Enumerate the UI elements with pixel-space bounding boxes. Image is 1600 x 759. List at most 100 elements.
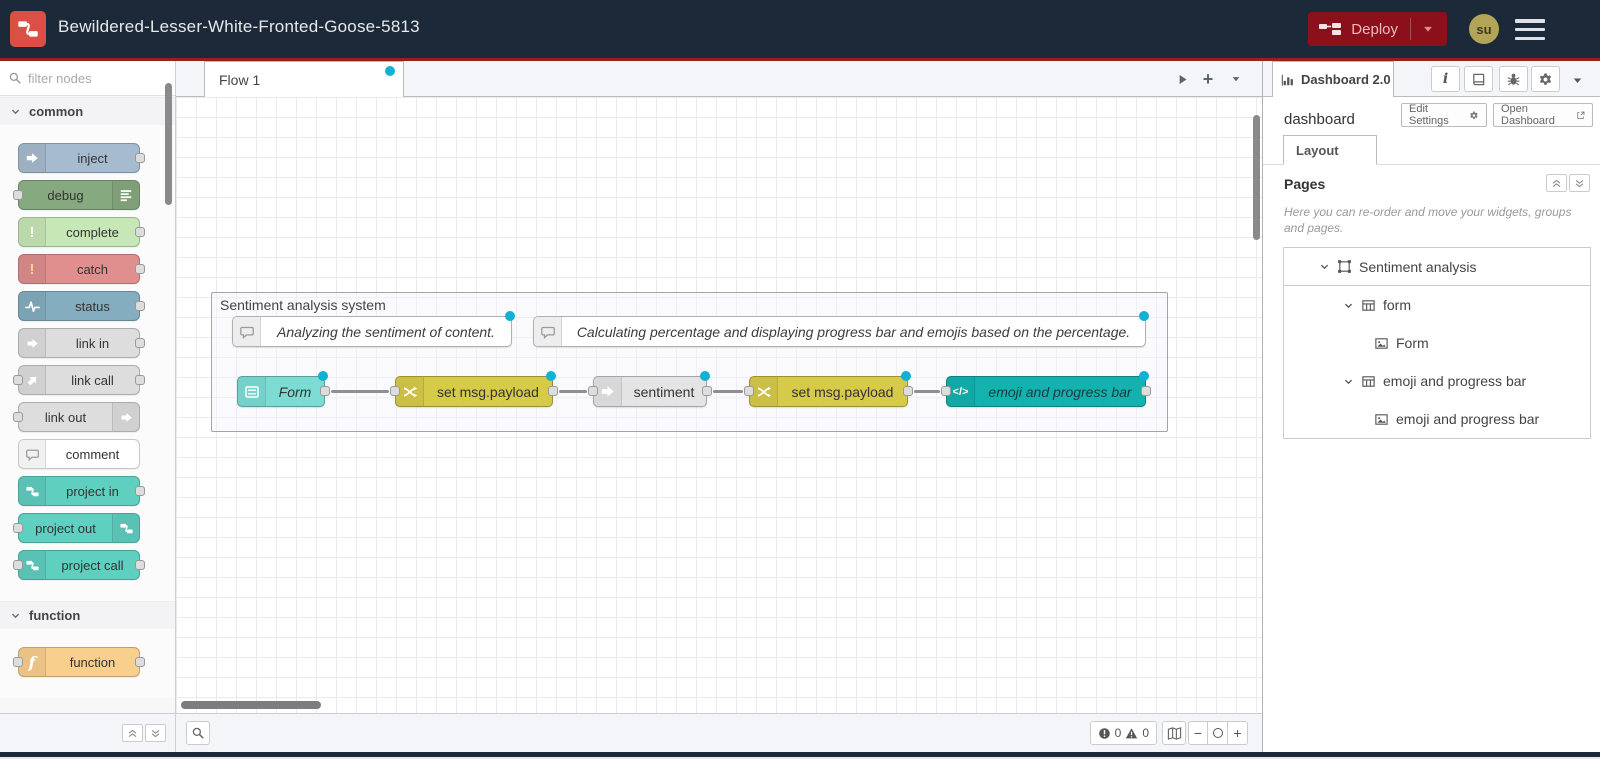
input-port[interactable] (390, 386, 400, 396)
output-port[interactable] (903, 386, 913, 396)
add-flow-button[interactable]: + (1198, 69, 1218, 89)
output-port[interactable] (548, 386, 558, 396)
chevron-down-icon[interactable] (1319, 261, 1330, 272)
status-pulse-icon (19, 292, 46, 320)
tab-layout[interactable]: Layout (1283, 135, 1377, 165)
user-avatar[interactable]: su (1469, 14, 1499, 44)
help-tab-button[interactable] (1464, 66, 1493, 92)
main-menu-button[interactable] (1515, 19, 1545, 40)
canvas-horizontal-scrollbar[interactable] (181, 701, 321, 709)
project-out-icon (112, 514, 139, 542)
node-form[interactable]: Form (237, 371, 330, 407)
output-port[interactable] (702, 386, 712, 396)
open-dashboard-button[interactable]: Open Dashboard (1493, 103, 1593, 127)
output-port[interactable] (320, 386, 330, 396)
palette-node-debug[interactable]: debug (13, 180, 140, 210)
palette-collapse-all-button[interactable] (122, 724, 143, 742)
chevron-down-icon[interactable] (1343, 300, 1354, 311)
palette-expand-all-button[interactable] (145, 724, 166, 742)
flow-group-sentiment-analysis[interactable]: Sentiment analysis system (211, 292, 1168, 432)
tree-item-group-form[interactable]: form (1284, 286, 1590, 324)
zoom-in-button[interactable]: + (1228, 721, 1248, 745)
layout-tab-row: Layout (1263, 135, 1600, 165)
palette-node-inject[interactable]: inject (18, 143, 145, 173)
palette-node-function[interactable]: f function (13, 647, 145, 677)
palette-category-function[interactable]: function (0, 601, 175, 629)
group-icon (1361, 298, 1376, 313)
navigator-button[interactable] (1162, 721, 1186, 745)
input-port[interactable] (744, 386, 754, 396)
sidebar-options-caret[interactable] (1571, 74, 1584, 87)
input-port (13, 190, 23, 200)
palette-node-link-in[interactable]: link in (18, 328, 145, 358)
palette-node-link-out[interactable]: link out (13, 402, 140, 432)
wire[interactable] (914, 390, 940, 393)
tab-flow-1[interactable]: Flow 1 (204, 61, 404, 97)
input-port (13, 560, 23, 570)
wire[interactable] (713, 390, 743, 393)
node-set-msg-payload-2[interactable]: set msg.payload (744, 371, 913, 407)
pages-collapse-all-button[interactable] (1546, 174, 1567, 192)
palette-node-status[interactable]: status (18, 291, 145, 321)
input-port (13, 657, 23, 667)
node-sentiment[interactable]: sentiment (588, 371, 712, 407)
zoom-reset-button[interactable] (1208, 721, 1228, 745)
palette-search[interactable] (0, 61, 175, 96)
comment-node-2[interactable]: Calculating percentage and displaying pr… (533, 311, 1149, 347)
tree-item-group-emoji-progress-bar[interactable]: emoji and progress bar (1284, 362, 1590, 400)
tree-item-page-sentiment-analysis[interactable]: Sentiment analysis (1284, 248, 1590, 286)
edit-settings-button[interactable]: Edit Settings (1401, 103, 1487, 127)
palette-node-catch[interactable]: ! catch (18, 254, 145, 284)
comment-node-1[interactable]: Analyzing the sentiment of content. (232, 311, 515, 347)
gear-icon (1469, 110, 1479, 121)
external-link-icon (1576, 110, 1585, 121)
next-tab-button[interactable] (1172, 69, 1192, 89)
info-tab-button[interactable]: i (1431, 66, 1460, 92)
debug-tab-button[interactable] (1499, 66, 1528, 92)
project-call-icon (19, 551, 46, 579)
dashboard-layout-tree: Sentiment analysis form Form emoji and p… (1283, 247, 1591, 439)
pages-help-text: Here you can re-order and move your widg… (1284, 205, 1572, 236)
change-dot (901, 371, 911, 381)
palette-scrollbar[interactable] (165, 83, 172, 205)
palette-category-common[interactable]: common (0, 97, 175, 125)
input-port[interactable] (588, 386, 598, 396)
chevron-down-icon[interactable] (1343, 376, 1354, 387)
palette-node-project-in[interactable]: project in (18, 476, 145, 506)
tree-item-widget-emoji-progress-bar[interactable]: emoji and progress bar (1284, 400, 1590, 438)
canvas-vertical-scrollbar[interactable] (1253, 115, 1260, 240)
deploy-button[interactable]: Deploy (1308, 12, 1447, 46)
notification-counts[interactable]: 0 0 (1089, 721, 1157, 745)
wire[interactable] (559, 390, 587, 393)
flow-list-button[interactable] (1226, 69, 1246, 89)
config-tab-button[interactable] (1531, 66, 1560, 92)
palette-node-complete[interactable]: ! complete (18, 217, 145, 247)
flow-canvas[interactable]: Sentiment analysis system Analyzing the … (176, 97, 1262, 713)
input-port (13, 523, 23, 533)
palette-scroll-area[interactable]: common inject debug ! complete ! catch s… (0, 97, 175, 713)
page-icon (1337, 259, 1352, 274)
tab-dashboard-2[interactable]: Dashboard 2.0 (1272, 61, 1394, 97)
output-port (135, 227, 145, 237)
form-icon (238, 377, 266, 406)
output-port[interactable] (1141, 386, 1151, 396)
wire[interactable] (331, 390, 389, 393)
output-port (135, 338, 145, 348)
palette-node-project-out[interactable]: project out (13, 513, 140, 543)
palette-node-list: inject debug ! complete ! catch status l… (0, 125, 175, 601)
zoom-out-button[interactable]: − (1188, 721, 1208, 745)
palette-node-comment[interactable]: comment (18, 439, 140, 469)
palette-node-project-call[interactable]: project call (13, 550, 145, 580)
filter-nodes-input[interactable] (28, 70, 158, 86)
node-emoji-progress-bar[interactable]: </> emoji and progress bar (941, 371, 1151, 407)
output-port (135, 560, 145, 570)
tree-item-widget-form[interactable]: Form (1284, 324, 1590, 362)
pages-expand-all-button[interactable] (1569, 174, 1590, 192)
palette-node-link-call[interactable]: link call (13, 365, 145, 395)
input-port[interactable] (941, 386, 951, 396)
canvas-search-button[interactable] (186, 721, 210, 745)
node-set-msg-payload-1[interactable]: set msg.payload (390, 371, 558, 407)
comment-icon (19, 440, 46, 468)
widget-icon (1374, 336, 1389, 351)
deploy-options-caret[interactable] (1410, 18, 1437, 40)
